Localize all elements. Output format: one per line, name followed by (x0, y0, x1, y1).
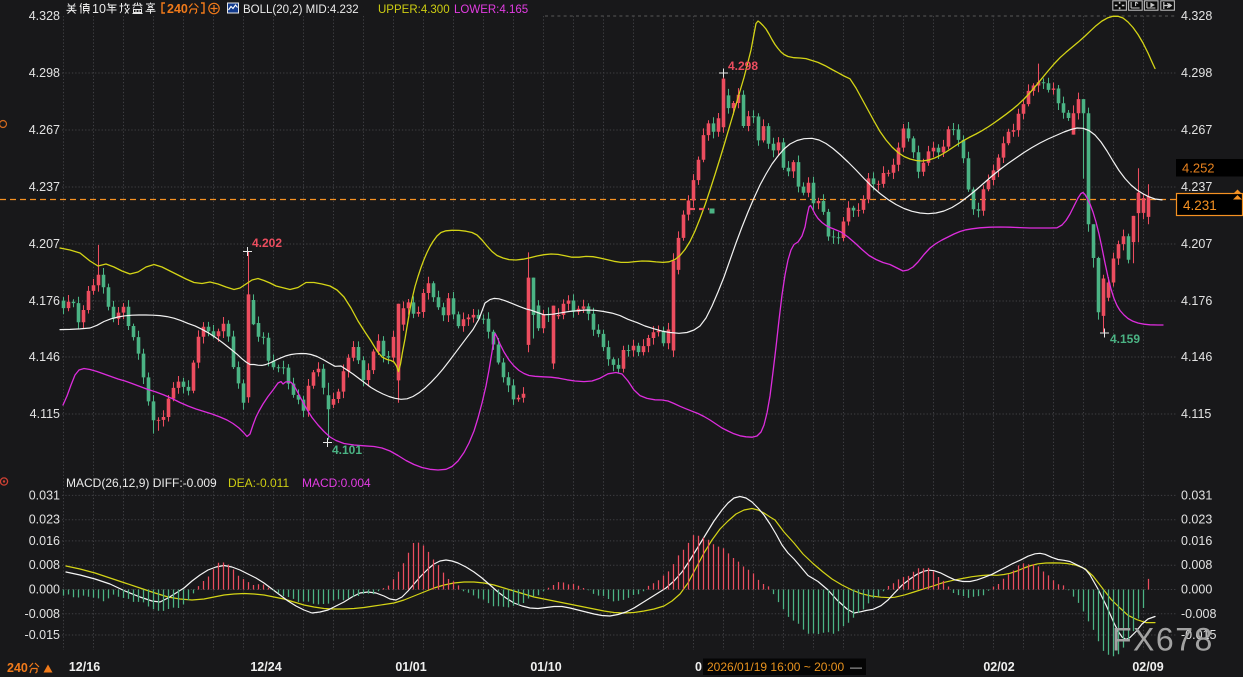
svg-text:4.231: 4.231 (1183, 198, 1217, 213)
svg-text:02/02: 02/02 (983, 660, 1014, 674)
svg-text:DEA:-0.011: DEA:-0.011 (228, 476, 289, 490)
svg-text:4.176: 4.176 (29, 294, 60, 308)
svg-text:4.176: 4.176 (1181, 294, 1212, 308)
svg-text:4.267: 4.267 (1181, 123, 1212, 137)
svg-text:4.115: 4.115 (30, 407, 60, 421)
svg-text:0.008: 0.008 (29, 558, 60, 572)
svg-text:12/16: 12/16 (69, 660, 100, 674)
svg-text:4.328: 4.328 (29, 9, 60, 23)
svg-text:4.101: 4.101 (332, 443, 362, 457)
svg-text:4.202: 4.202 (252, 236, 282, 250)
svg-text:0.000: 0.000 (29, 583, 60, 597)
svg-text:01/01: 01/01 (395, 660, 426, 674)
svg-text:4.328: 4.328 (1181, 9, 1212, 23)
svg-text:BOLL(20,2) MID:4.232: BOLL(20,2) MID:4.232 (243, 4, 359, 16)
svg-text:—: — (850, 660, 862, 674)
svg-text:4.298: 4.298 (728, 59, 758, 73)
svg-text:240: 240 (167, 2, 188, 16)
svg-text:LOWER:4.165: LOWER:4.165 (454, 4, 528, 16)
svg-text:0.023: 0.023 (29, 513, 60, 527)
svg-text:4.298: 4.298 (29, 66, 60, 80)
svg-text:0: 0 (695, 660, 702, 674)
svg-text:FX678: FX678 (1112, 622, 1214, 658)
svg-text:-0.008: -0.008 (25, 607, 60, 621)
svg-text:12/24: 12/24 (250, 660, 281, 674)
svg-text:0.016: 0.016 (29, 534, 60, 548)
svg-text:4.115: 4.115 (1181, 407, 1211, 421)
svg-text:4.237: 4.237 (29, 180, 60, 194)
svg-text:2026/01/19 16:00 ~ 20:00: 2026/01/19 16:00 ~ 20:00 (707, 660, 844, 674)
svg-text:0.000: 0.000 (1181, 583, 1212, 597)
svg-text:4.252: 4.252 (1182, 161, 1215, 176)
svg-text:0.023: 0.023 (1181, 513, 1212, 527)
svg-text:4.298: 4.298 (1181, 66, 1212, 80)
svg-text:-0.015: -0.015 (25, 628, 60, 642)
svg-text:02/09: 02/09 (1132, 660, 1163, 674)
svg-text:UPPER:4.300: UPPER:4.300 (378, 4, 450, 16)
svg-text:4.159: 4.159 (1110, 332, 1140, 346)
svg-text:0.031: 0.031 (29, 488, 60, 502)
svg-text:4.207: 4.207 (29, 237, 60, 251)
svg-text:4.207: 4.207 (1181, 237, 1212, 251)
svg-text:0.031: 0.031 (1181, 488, 1212, 502)
svg-text:0.016: 0.016 (1181, 534, 1212, 548)
svg-text:01/10: 01/10 (530, 660, 561, 674)
svg-text:0.008: 0.008 (1181, 558, 1212, 572)
svg-text:240: 240 (7, 661, 28, 675)
svg-text:4.146: 4.146 (1181, 350, 1212, 364)
svg-text:4.237: 4.237 (1181, 180, 1212, 194)
svg-text:10: 10 (92, 2, 106, 16)
svg-text:MACD(26,12,9) DIFF:-0.009: MACD(26,12,9) DIFF:-0.009 (66, 476, 217, 490)
svg-text:-0.008: -0.008 (1181, 607, 1216, 621)
svg-text:4.267: 4.267 (29, 123, 60, 137)
svg-text:MACD:0.004: MACD:0.004 (302, 476, 371, 490)
svg-text:4.146: 4.146 (29, 350, 60, 364)
